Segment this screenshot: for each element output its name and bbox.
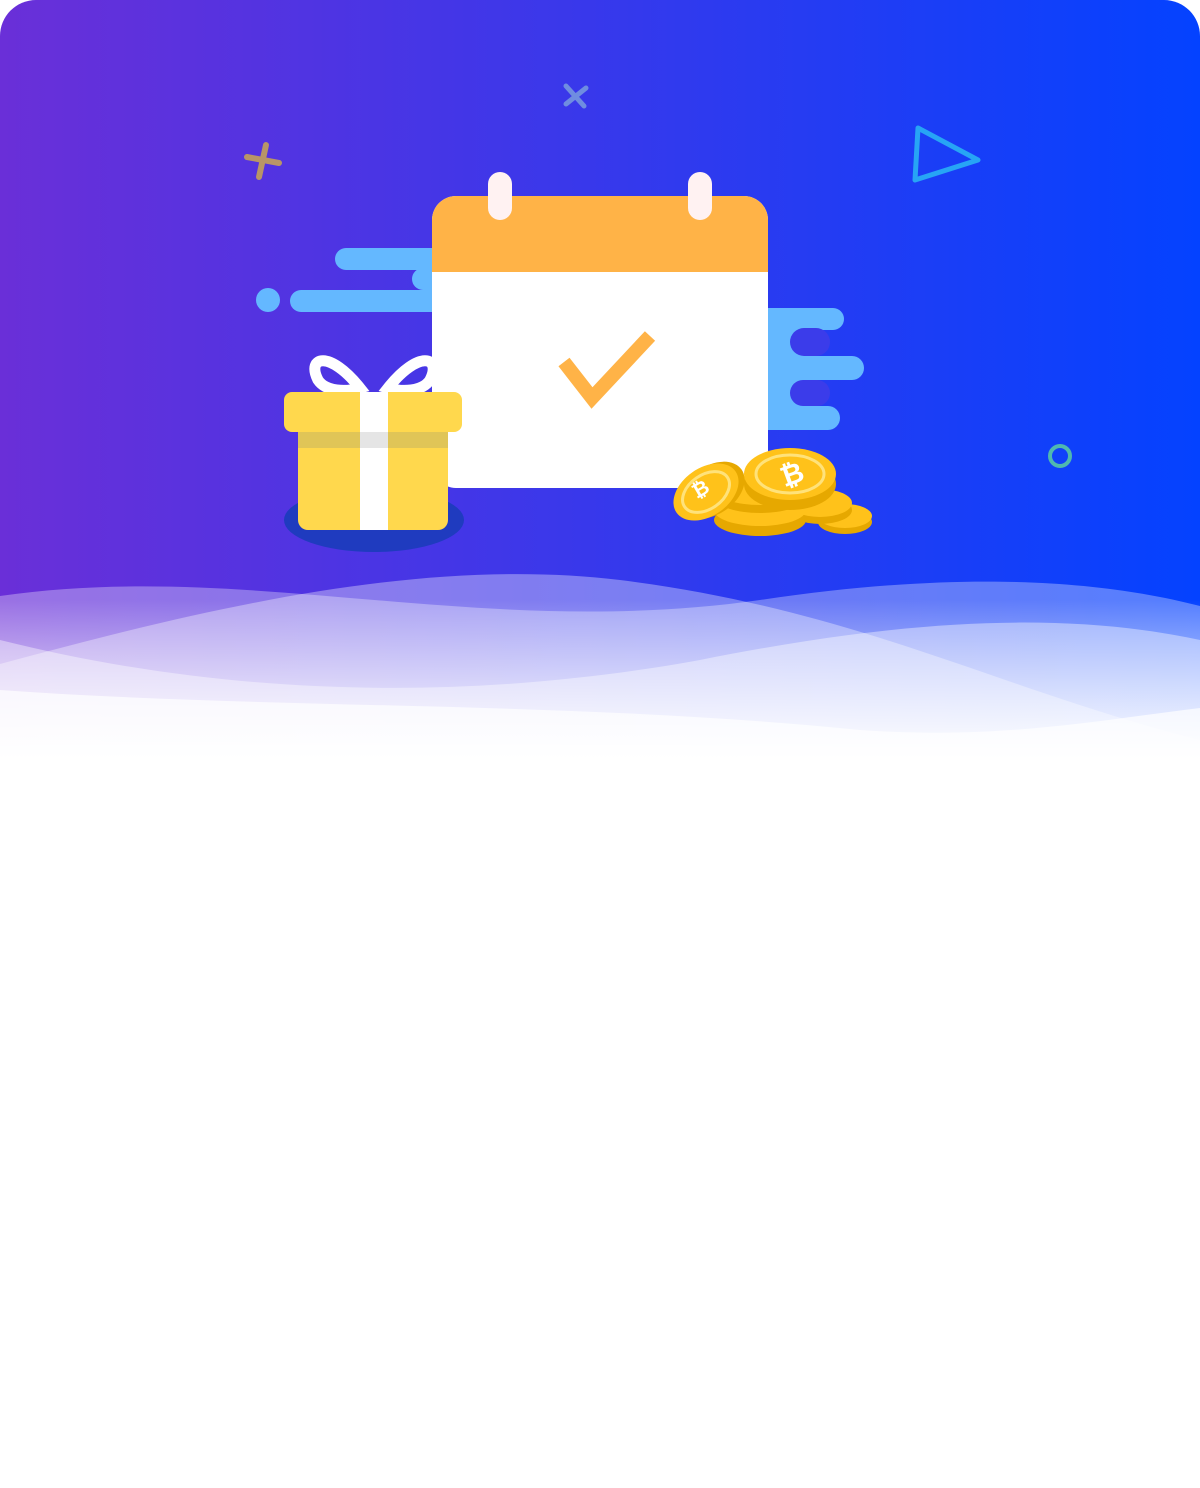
calendar-icon — [432, 172, 768, 488]
wave-decoration — [0, 574, 1200, 760]
checkin-card: ₿ ₿ — [0, 0, 1200, 1488]
content-area — [0, 760, 1200, 1488]
checkin-banner: ₿ ₿ — [0, 0, 1200, 760]
